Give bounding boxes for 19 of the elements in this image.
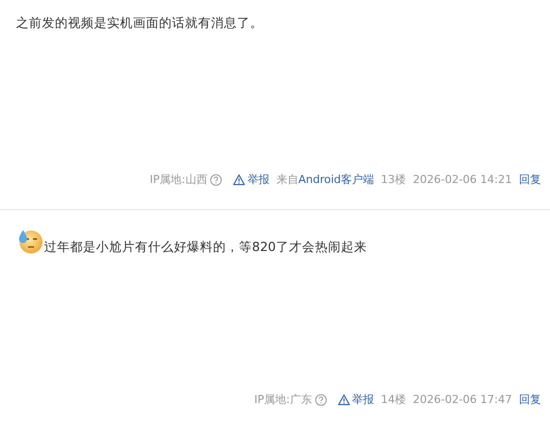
report-link[interactable]: 举报: [233, 172, 270, 187]
post-time: 2026-02-06 17:47: [412, 393, 512, 406]
sweat-emoji-icon: [17, 228, 43, 254]
post-time: 2026-02-06 14:21: [412, 173, 512, 186]
help-icon[interactable]: [210, 174, 222, 186]
warning-icon: [338, 394, 350, 406]
reply-link[interactable]: 回复: [519, 392, 541, 407]
source-label: 来自: [276, 172, 298, 187]
post-text: 之前发的视频是实机画面的话就有消息了。: [16, 14, 263, 32]
post-text: 过年都是小尬片有什么好爆料的，等820了才会热闹起来: [44, 238, 367, 256]
ip-location: IP属地:广东: [254, 392, 312, 407]
floor-number: 14楼: [380, 392, 406, 407]
help-icon[interactable]: [314, 394, 327, 406]
report-link[interactable]: 举报: [338, 392, 374, 407]
warning-icon: [233, 174, 246, 186]
ip-location: IP属地:山西: [150, 172, 208, 187]
reply-link[interactable]: 回复: [519, 172, 541, 187]
client-link[interactable]: Android客户端: [298, 172, 374, 187]
floor-number: 13楼: [380, 172, 406, 187]
